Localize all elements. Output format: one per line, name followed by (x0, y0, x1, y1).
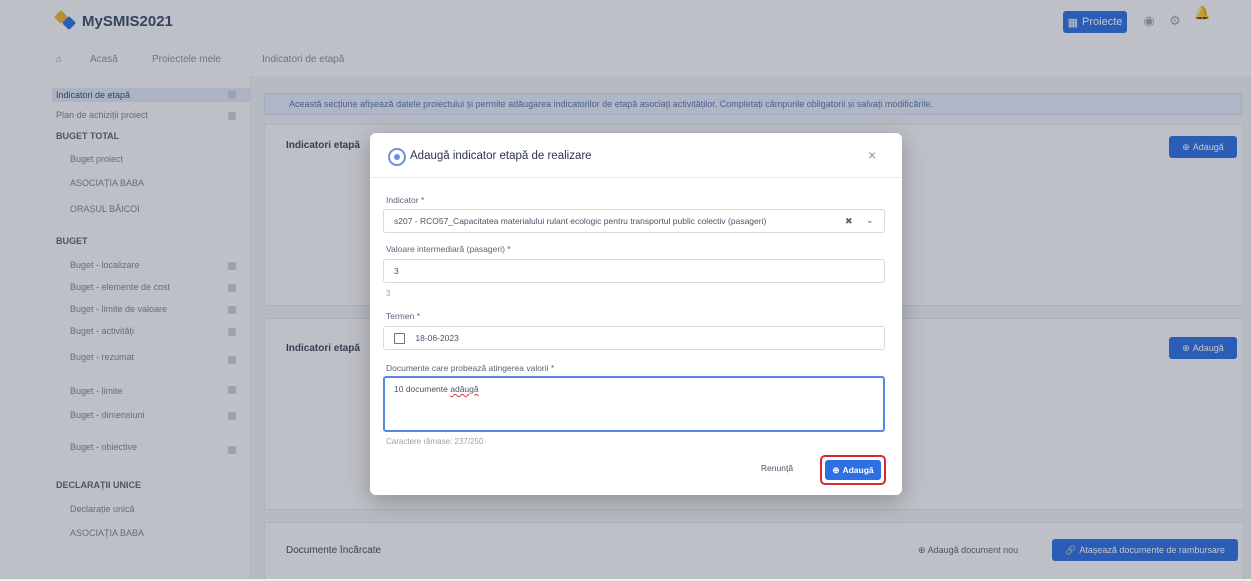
value-helper: 3 (386, 289, 391, 298)
term-date-input[interactable]: 18-06-2023 (383, 326, 885, 350)
indicator-select-value: s207 - RCO57_Capacitatea materialului ru… (394, 216, 767, 226)
cancel-button[interactable]: Renunță (754, 457, 800, 479)
intermediate-value-input[interactable]: 3 (383, 259, 885, 283)
target-icon (388, 148, 406, 166)
add-button[interactable]: ⊕ Adaugă (825, 460, 881, 480)
chevron-down-icon[interactable]: ⌄ (866, 215, 874, 226)
plus-circle-icon: ⊕ (832, 464, 840, 475)
term-label: Termen * (386, 311, 421, 321)
calendar-icon[interactable] (394, 333, 405, 345)
dialog-divider (370, 177, 902, 178)
documents-label: Documente care probează atingerea valori… (386, 363, 555, 373)
add-button-highlight: ⊕ Adaugă (820, 455, 886, 485)
dialog-title: Adaugă indicator etapă de realizare (410, 150, 592, 162)
documents-textarea[interactable]: 10 documente adăugă (383, 376, 885, 432)
add-indicator-dialog: Adaugă indicator etapă de realizare × In… (370, 133, 902, 495)
documents-text-misspelled: adăugă (450, 384, 479, 394)
value-label: Valoare intermediară (pasageri) * (386, 244, 511, 254)
term-date-value: 18-06-2023 (415, 333, 459, 343)
cancel-button-label: Renunță (760, 463, 794, 473)
add-button-label: Adaugă (842, 465, 874, 475)
indicator-label: Indicator * (386, 195, 425, 205)
characters-remaining: Caractere rămase: 237/250 (386, 437, 484, 446)
close-icon[interactable]: × (868, 147, 876, 163)
documents-text: 10 documente (394, 384, 451, 394)
clear-icon[interactable]: ✖ (845, 216, 853, 227)
indicator-select[interactable]: s207 - RCO57_Capacitatea materialului ru… (383, 209, 885, 233)
intermediate-value-text: 3 (394, 266, 399, 276)
